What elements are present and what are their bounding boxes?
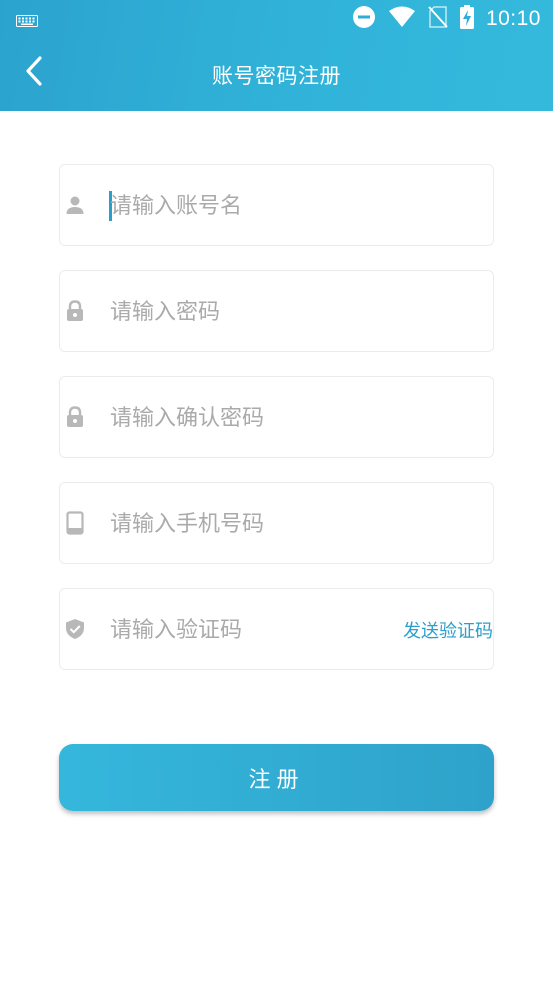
lock-icon: [64, 406, 86, 428]
phone-icon: [64, 511, 86, 535]
page-title: 账号密码注册: [212, 64, 341, 88]
status-bar: 10:10: [0, 0, 553, 38]
send-code-button[interactable]: 发送验证码: [403, 617, 493, 643]
keyboard-icon: [16, 12, 38, 31]
phone-input[interactable]: [110, 501, 410, 547]
no-sim-icon: [428, 5, 448, 33]
confirm-password-input[interactable]: [110, 395, 410, 441]
username-field: [59, 164, 494, 246]
wifi-icon: [388, 6, 416, 32]
person-icon: [64, 194, 86, 216]
confirm-password-field: [59, 376, 494, 458]
register-button[interactable]: 注册: [59, 744, 494, 811]
status-time: 10:10: [485, 7, 541, 30]
toolbar: 账号密码注册: [0, 38, 553, 111]
battery-charging-icon: [459, 5, 474, 33]
lock-icon: [64, 300, 86, 322]
do-not-disturb-icon: [352, 5, 376, 33]
password-input[interactable]: [110, 289, 410, 335]
verify-code-input[interactable]: [110, 607, 410, 653]
app-header: 10:10 账号密码注册: [0, 0, 553, 111]
phone-field: [59, 482, 494, 564]
username-input[interactable]: [110, 183, 410, 229]
verify-code-field: 发送验证码: [59, 588, 494, 670]
register-form: 发送验证码: [59, 164, 494, 694]
shield-check-icon: [64, 618, 86, 640]
password-field: [59, 270, 494, 352]
